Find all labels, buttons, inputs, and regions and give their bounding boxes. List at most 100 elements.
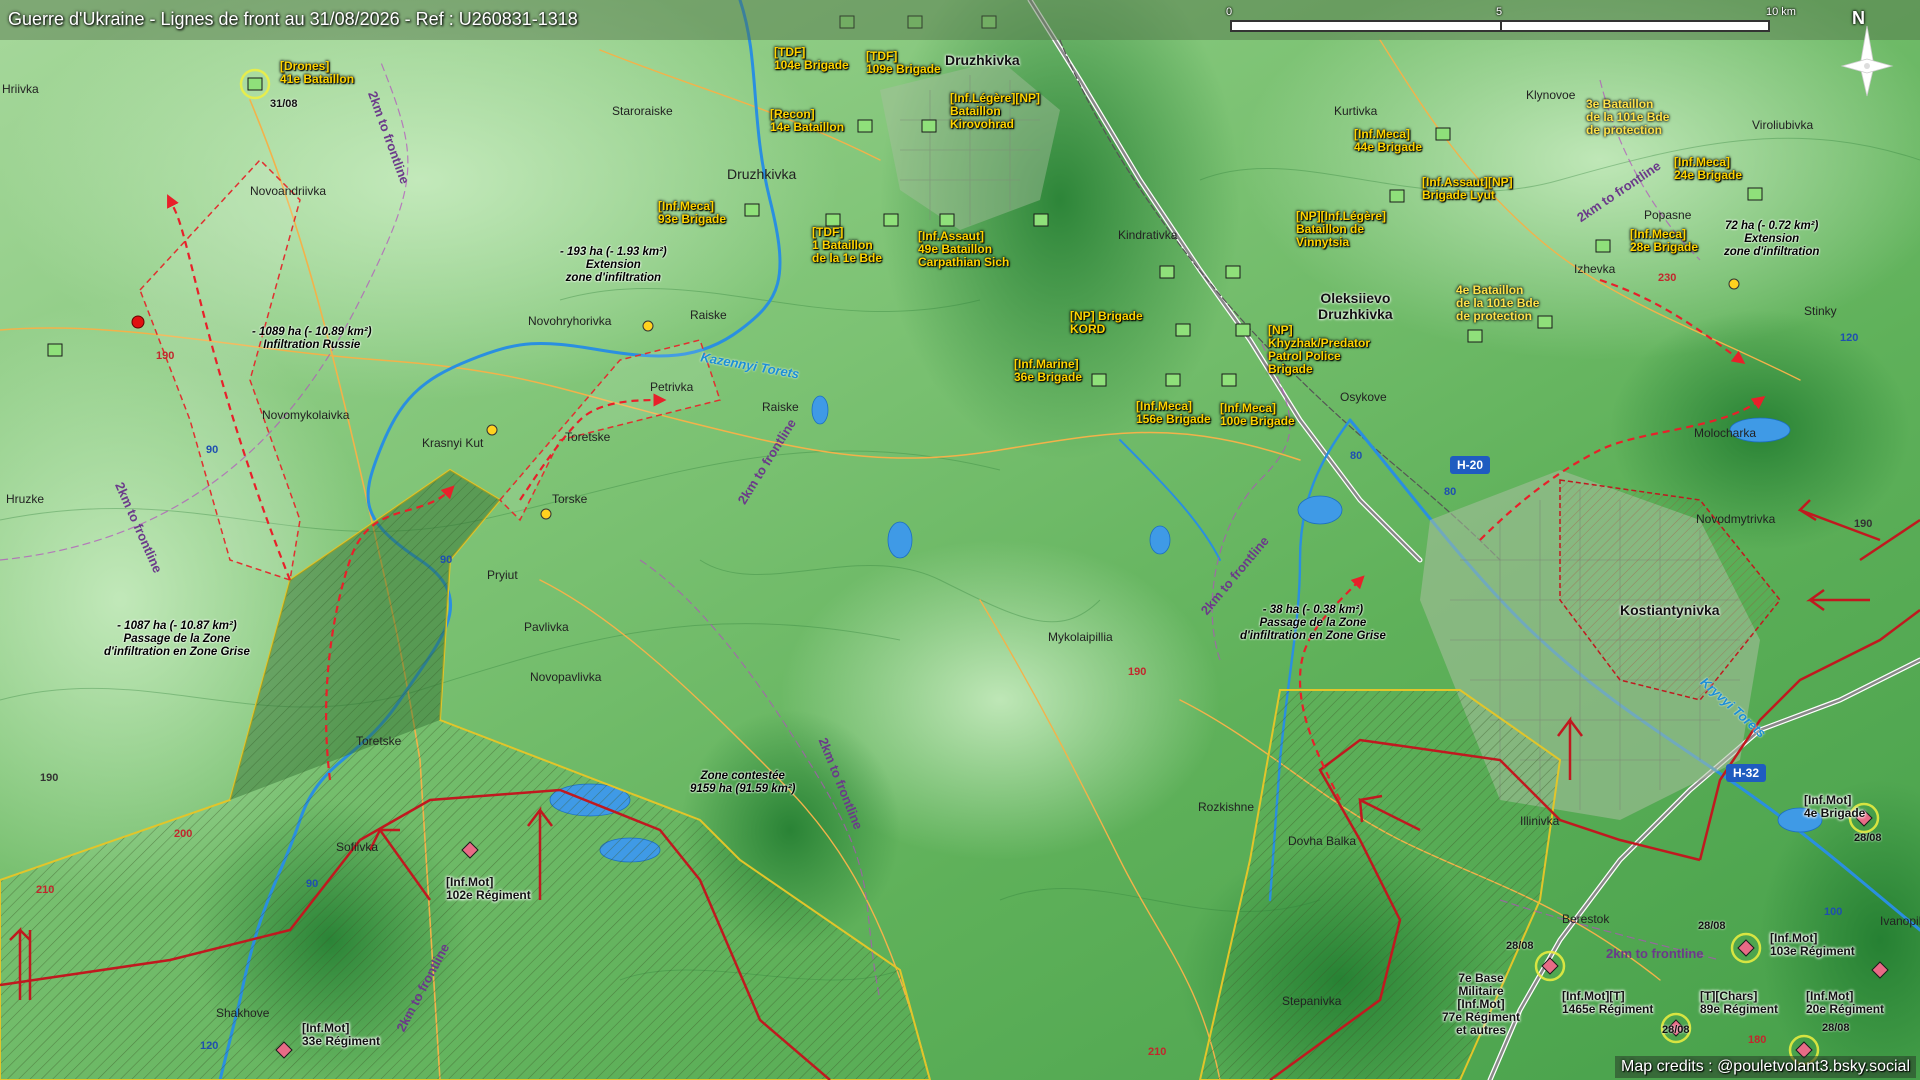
place-label: Torske xyxy=(552,492,588,506)
place-label: Druzhkivka xyxy=(727,166,797,182)
place-label: Ivanopillia xyxy=(1880,914,1920,928)
unit-label-ukraine[interactable]: [TDF] 109e Brigade xyxy=(866,50,941,76)
road-number: 90 xyxy=(440,554,453,566)
road-number: 90 xyxy=(206,444,219,456)
yellow-point xyxy=(486,424,498,436)
place-label: Toretske xyxy=(356,734,402,748)
date-label: 31/08 xyxy=(270,98,298,110)
road-number: 230 xyxy=(1658,272,1677,284)
road-number: 190 xyxy=(40,772,59,784)
unit-label-russia[interactable]: [Inf.Mot] 4e Brigade xyxy=(1804,794,1865,820)
unit-symbol xyxy=(921,119,937,133)
road-number: 80 xyxy=(1444,486,1457,498)
place-label: Staroraiske xyxy=(612,104,673,118)
place-label: Mykolaipillia xyxy=(1048,630,1113,644)
unit-label-russia[interactable]: [Inf.Mot] 103e Régiment xyxy=(1770,932,1855,958)
unit-label-ukraine[interactable]: [Inf.Assaut] 49e Bataillon Carpathian Si… xyxy=(918,230,1009,269)
road-number: 120 xyxy=(1840,332,1859,344)
scale-label-10: 10 km xyxy=(1766,6,1796,18)
unit-label-ukraine[interactable]: [NP] Khyzhak/Predator Patrol Police Brig… xyxy=(1268,324,1370,376)
unit-label-ukraine[interactable]: [Inf.Meca] 100e Brigade xyxy=(1220,402,1295,428)
place-label: Novoandriivka xyxy=(250,184,327,198)
unit-label-ukraine[interactable]: [Recon] 14e Bataillon xyxy=(770,108,844,134)
unit-label-ukraine[interactable]: [NP][Inf.Légère] Bataillon de Vinnytsia xyxy=(1296,210,1386,249)
zone-note: - 38 ha (- 0.38 km²) Passage de la Zone … xyxy=(1240,604,1386,642)
place-label: Kindrativka xyxy=(1118,228,1178,242)
road-number: 180 xyxy=(1748,1034,1767,1046)
place-label: Novohryhorivka xyxy=(528,314,612,328)
place-label: Illinivka xyxy=(1520,814,1560,828)
scale-bar: 0 5 10 km xyxy=(1226,6,1796,32)
unit-symbol xyxy=(857,119,873,133)
unit-symbol xyxy=(1225,265,1241,279)
scale-label-5: 5 xyxy=(1496,6,1503,18)
unit-label-russia[interactable]: [Inf.Mot][T] 1465e Régiment xyxy=(1562,990,1653,1016)
place-label: Pavlivka xyxy=(524,620,569,634)
unit-label-ukraine[interactable]: 4e Bataillon de la 101e Bde de protectio… xyxy=(1456,284,1539,323)
place-label: Hruzke xyxy=(6,492,45,506)
unit-symbol xyxy=(247,77,263,91)
place-label: Novopavlivka xyxy=(530,670,602,684)
unit-label-ukraine[interactable]: [NP] Brigade KORD xyxy=(1070,310,1143,336)
unit-label-russia[interactable]: [Inf.Mot] 102e Régiment xyxy=(446,876,531,902)
place-label: Viroliubivka xyxy=(1752,118,1814,132)
unit-label-ukraine[interactable]: [Inf.Assaut][NP] Brigade Lyut xyxy=(1422,176,1513,202)
place-label: Krasnyi Kut xyxy=(422,436,484,450)
unit-label-russia[interactable]: [T][Chars] 89e Régiment xyxy=(1700,990,1778,1016)
map-canvas[interactable] xyxy=(0,0,1920,1080)
unit-symbol xyxy=(1537,315,1553,329)
map-title: Guerre d'Ukraine - Lignes de front au 31… xyxy=(8,9,578,29)
road-number: 200 xyxy=(174,828,193,840)
road-number: 190 xyxy=(156,350,175,362)
frontline-distance-label: 2km to frontline xyxy=(1606,946,1704,961)
unit-label-ukraine[interactable]: [Inf.Meca] 44e Brigade xyxy=(1354,128,1422,154)
unit-label-ukraine[interactable]: [Inf.Marine] 36e Brigade xyxy=(1014,358,1082,384)
unit-label-russia[interactable]: 7e Base Militaire [Inf.Mot] 77e Régiment… xyxy=(1442,972,1520,1037)
road-number: 210 xyxy=(36,884,55,896)
place-label: Shakhove xyxy=(216,1006,270,1020)
place-label: Kostiantynivka xyxy=(1620,602,1720,618)
unit-symbol xyxy=(883,213,899,227)
place-label: Molocharka xyxy=(1694,426,1757,440)
unit-symbol xyxy=(1595,239,1611,253)
road-number: 100 xyxy=(1824,906,1843,918)
place-label: Dovha Balka xyxy=(1288,834,1357,848)
place-label-oleksiievo: Oleksiievo Druzhkivka xyxy=(1318,290,1393,322)
unit-label-ukraine[interactable]: [Inf.Meca] 156e Brigade xyxy=(1136,400,1211,426)
place-label: Novomykolaivka xyxy=(262,408,350,422)
place-label: Popasne xyxy=(1644,208,1692,222)
place-oleksiievo-text: Oleksiievo Druzhkivka xyxy=(1318,290,1393,322)
unit-label-ukraine[interactable]: [Inf.Meca] 28e Brigade xyxy=(1630,228,1698,254)
unit-symbol xyxy=(1175,323,1191,337)
unit-label-ukraine[interactable]: 3e Bataillon de la 101e Bde de protectio… xyxy=(1586,98,1669,137)
unit-symbol xyxy=(1435,127,1451,141)
road-shield-h32: H-32 xyxy=(1728,765,1765,781)
zone-note: - 193 ha (- 1.93 km²) Extension zone d'i… xyxy=(560,246,667,284)
road-number: 120 xyxy=(200,1040,219,1052)
unit-label-russia[interactable]: [Inf.Mot] 20e Régiment xyxy=(1806,990,1884,1016)
unit-label-ukraine[interactable]: [Inf.Meca] 24e Brigade xyxy=(1674,156,1742,182)
place-label: Raiske xyxy=(690,308,727,322)
unit-symbol xyxy=(47,343,63,357)
place-label: Toretske xyxy=(565,430,611,444)
date-label: 28/08 xyxy=(1698,920,1726,932)
yellow-point xyxy=(1728,278,1740,290)
place-label: Kurtivka xyxy=(1334,104,1378,118)
place-label: Pryiut xyxy=(487,568,518,582)
place-label: Berestok xyxy=(1562,912,1610,926)
zone-note: - 1089 ha (- 10.89 km²) Infiltration Rus… xyxy=(252,326,372,351)
unit-label-ukraine[interactable]: [TDF] 104e Brigade xyxy=(774,46,849,72)
unit-label-russia[interactable]: [Inf.Mot] 33e Régiment xyxy=(302,1022,380,1048)
unit-label-ukraine[interactable]: [Inf.Meca] 93e Brigade xyxy=(658,200,726,226)
unit-label-ukraine[interactable]: [Inf.Légère][NP] Bataillon Kirovohrad xyxy=(950,92,1040,131)
unit-symbol xyxy=(1747,187,1763,201)
unit-symbol xyxy=(744,203,760,217)
map-credits: Map credits : @pouletvolant3.bsky.social xyxy=(1615,1056,1916,1078)
road-number: 190 xyxy=(1128,666,1147,678)
yellow-point xyxy=(642,320,654,332)
place-label: Sofiivka xyxy=(336,840,379,854)
road-number: 210 xyxy=(1148,1046,1167,1058)
place-label: Rozkishne xyxy=(1198,800,1255,814)
unit-label-ukraine[interactable]: [TDF] 1 Bataillon de la 1e Bde xyxy=(812,226,882,265)
unit-label-ukraine[interactable]: [Drones] 41e Bataillon xyxy=(280,60,354,86)
